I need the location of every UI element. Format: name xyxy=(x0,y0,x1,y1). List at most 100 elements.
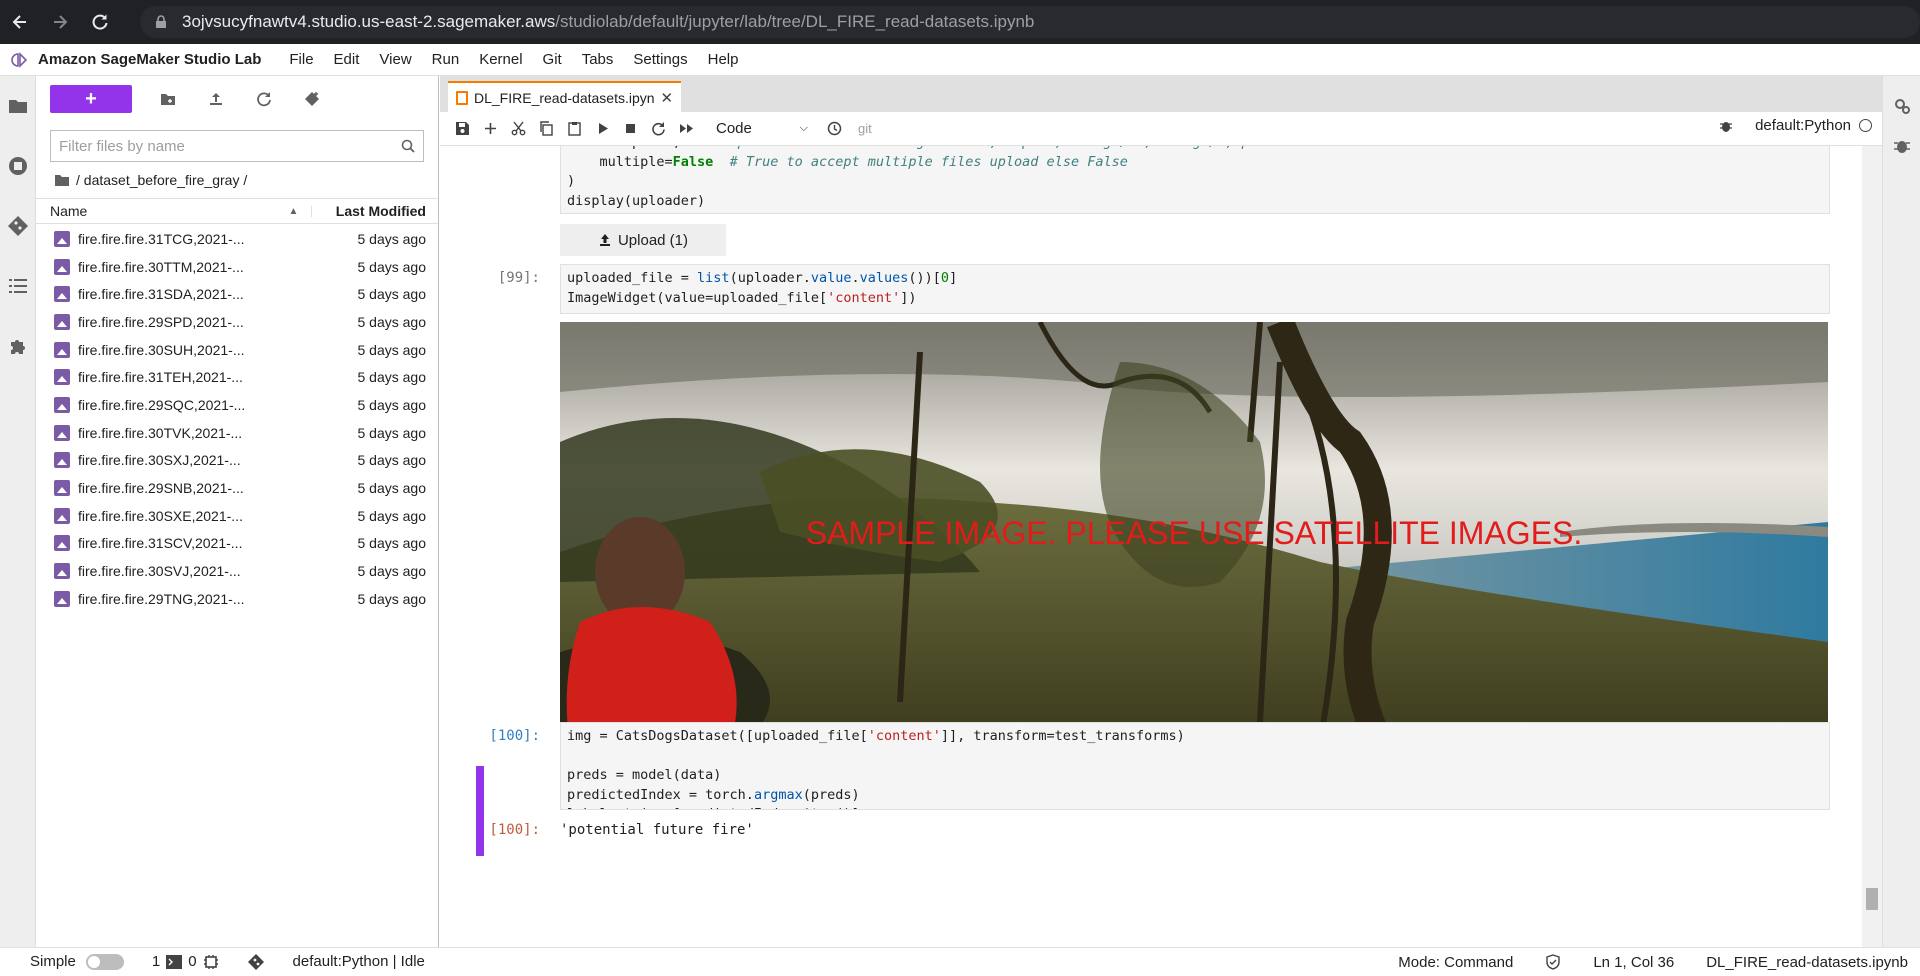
new-launcher-button[interactable]: + xyxy=(50,85,132,113)
menu-edit[interactable]: Edit xyxy=(324,51,370,68)
add-cell-icon[interactable] xyxy=(476,117,504,141)
scrollbar-thumb[interactable] xyxy=(1866,888,1878,910)
restart-icon[interactable] xyxy=(644,117,672,141)
git-label[interactable]: git xyxy=(858,121,872,136)
notebook-scrollbar[interactable] xyxy=(1862,146,1882,947)
code-cell-imagewidget[interactable]: uploaded_file = list(uploader.value.valu… xyxy=(560,264,1830,314)
menu-help[interactable]: Help xyxy=(698,51,749,68)
list-item[interactable]: fire.fire.fire.29SPD,2021-... 5 days ago xyxy=(36,308,438,336)
tab-title: DL_FIRE_read-datasets.ipyn xyxy=(474,89,655,106)
list-item[interactable]: fire.fire.fire.29SQC,2021-... 5 days ago xyxy=(36,391,438,419)
list-item[interactable]: fire.fire.fire.30SUH,2021-... 5 days ago xyxy=(36,336,438,364)
address-bar[interactable]: 3ojvsucyfnawtv4.studio.us-east-2.sagemak… xyxy=(140,6,1920,38)
stop-icon[interactable] xyxy=(616,117,644,141)
code-line: img = CatsDogsDataset([uploaded_file['co… xyxy=(567,728,1185,744)
menu-file[interactable]: File xyxy=(279,51,323,68)
upload-button[interactable]: Upload (1) xyxy=(560,224,726,256)
cell-type-value: Code xyxy=(716,120,752,137)
list-item[interactable]: fire.fire.fire.30TTM,2021-... 5 days ago xyxy=(36,253,438,281)
image-file-icon xyxy=(54,535,70,552)
tab-notebook[interactable]: DL_FIRE_read-datasets.ipyn ✕ xyxy=(448,81,682,112)
list-item[interactable]: fire.fire.fire.31SDA,2021-... 5 days ago xyxy=(36,280,438,308)
list-item[interactable]: fire.fire.fire.31SCV,2021-... 5 days ago xyxy=(36,530,438,558)
notebook-icon xyxy=(456,90,468,105)
list-item[interactable]: fire.fire.fire.30SVJ,2021-... 5 days ago xyxy=(36,557,438,585)
column-name[interactable]: Name xyxy=(36,203,276,219)
column-last-modified[interactable]: Last Modified xyxy=(312,203,438,219)
file-name: fire.fire.fire.30SXJ,2021-... xyxy=(78,452,241,469)
file-modified: 5 days ago xyxy=(357,424,427,441)
file-modified: 5 days ago xyxy=(357,396,427,413)
code-cell-uploader[interactable]: accept='', # Accepted file extension e.g… xyxy=(560,146,1830,214)
list-item[interactable]: fire.fire.fire.29SNB,2021-... 5 days ago xyxy=(36,474,438,502)
file-modified: 5 days ago xyxy=(357,452,427,469)
new-folder-icon[interactable] xyxy=(144,85,192,113)
close-icon[interactable]: ✕ xyxy=(661,89,674,107)
menu-tabs[interactable]: Tabs xyxy=(572,51,624,68)
list-item[interactable]: fire.fire.fire.29TNG,2021-... 5 days ago xyxy=(36,585,438,613)
list-item[interactable]: fire.fire.fire.30TVK,2021-... 5 days ago xyxy=(36,419,438,447)
cell-type-select[interactable]: Code ⌵ xyxy=(710,120,814,137)
menu-git[interactable]: Git xyxy=(533,51,572,68)
kernel-name[interactable]: default:Python xyxy=(1755,117,1851,134)
paste-icon[interactable] xyxy=(560,117,588,141)
upload-icon[interactable] xyxy=(192,85,240,113)
list-item[interactable]: fire.fire.fire.30SXJ,2021-... 5 days ago xyxy=(36,447,438,475)
file-name: fire.fire.fire.30TVK,2021-... xyxy=(78,424,243,441)
file-name: fire.fire.fire.31TEH,2021-... xyxy=(78,369,243,386)
terminals-indicator[interactable]: 1 0 xyxy=(152,953,219,970)
cut-icon[interactable] xyxy=(504,117,532,141)
file-modified: 5 days ago xyxy=(357,535,427,552)
image-file-icon xyxy=(54,590,70,607)
property-inspector-icon[interactable] xyxy=(1883,76,1920,136)
image-file-icon xyxy=(54,480,70,497)
running-sessions-icon[interactable] xyxy=(0,136,35,196)
git-clone-icon[interactable] xyxy=(288,85,336,113)
code-line: uploaded_file = list(uploader.value.valu… xyxy=(567,270,958,286)
breadcrumb-path[interactable]: / dataset_before_fire_gray / xyxy=(76,172,247,188)
cursor-position[interactable]: Ln 1, Col 36 xyxy=(1593,954,1674,971)
right-sidebar xyxy=(1882,76,1920,947)
back-icon[interactable] xyxy=(0,0,40,44)
kernel-status[interactable]: default:Python | Idle xyxy=(293,953,425,970)
sort-up-icon[interactable]: ▲ xyxy=(276,205,312,217)
menu-settings[interactable]: Settings xyxy=(623,51,697,68)
input-prompt: [99]: xyxy=(497,270,540,286)
git-branch-icon[interactable] xyxy=(247,953,265,971)
file-filter-input[interactable] xyxy=(59,137,401,155)
git-icon[interactable] xyxy=(0,196,35,256)
simple-mode-toggle[interactable] xyxy=(85,953,124,970)
list-item[interactable]: fire.fire.fire.31TCG,2021-... 5 days ago xyxy=(36,225,438,253)
folder-icon[interactable] xyxy=(0,76,35,136)
file-name: fire.fire.fire.29SQC,2021-... xyxy=(78,396,246,413)
fast-forward-icon[interactable] xyxy=(672,117,700,141)
copy-icon[interactable] xyxy=(532,117,560,141)
list-item[interactable]: fire.fire.fire.30SXE,2021-... 5 days ago xyxy=(36,502,438,530)
studio-lab-logo-icon xyxy=(0,51,38,68)
file-name: fire.fire.fire.31SDA,2021-... xyxy=(78,286,244,303)
extensions-icon[interactable] xyxy=(0,316,35,376)
debugger-icon[interactable] xyxy=(1719,119,1733,133)
menu-bar: Amazon SageMaker Studio Lab File Edit Vi… xyxy=(0,44,1920,76)
trust-shield-icon[interactable] xyxy=(1545,954,1561,970)
forward-icon[interactable] xyxy=(40,0,80,44)
folder-icon[interactable] xyxy=(54,173,70,187)
menu-kernel[interactable]: Kernel xyxy=(469,51,532,68)
save-icon[interactable] xyxy=(448,117,476,141)
refresh-icon[interactable] xyxy=(240,85,288,113)
image-file-icon xyxy=(54,369,70,386)
image-file-icon xyxy=(54,341,70,358)
list-item[interactable]: fire.fire.fire.31TEH,2021-... 5 days ago xyxy=(36,363,438,391)
debugger-icon[interactable] xyxy=(1883,136,1920,156)
app-title: Amazon SageMaker Studio Lab xyxy=(38,51,262,68)
menu-view[interactable]: View xyxy=(369,51,421,68)
terminal-icon xyxy=(166,954,183,969)
table-of-contents-icon[interactable] xyxy=(0,256,35,316)
code-cell-predict[interactable]: img = CatsDogsDataset([uploaded_file['co… xyxy=(560,722,1830,810)
image-file-icon xyxy=(54,507,70,524)
reload-icon[interactable] xyxy=(80,0,120,44)
menu-run[interactable]: Run xyxy=(422,51,470,68)
run-icon[interactable] xyxy=(588,117,616,141)
file-modified: 5 days ago xyxy=(357,313,427,330)
clock-icon[interactable] xyxy=(820,117,848,141)
